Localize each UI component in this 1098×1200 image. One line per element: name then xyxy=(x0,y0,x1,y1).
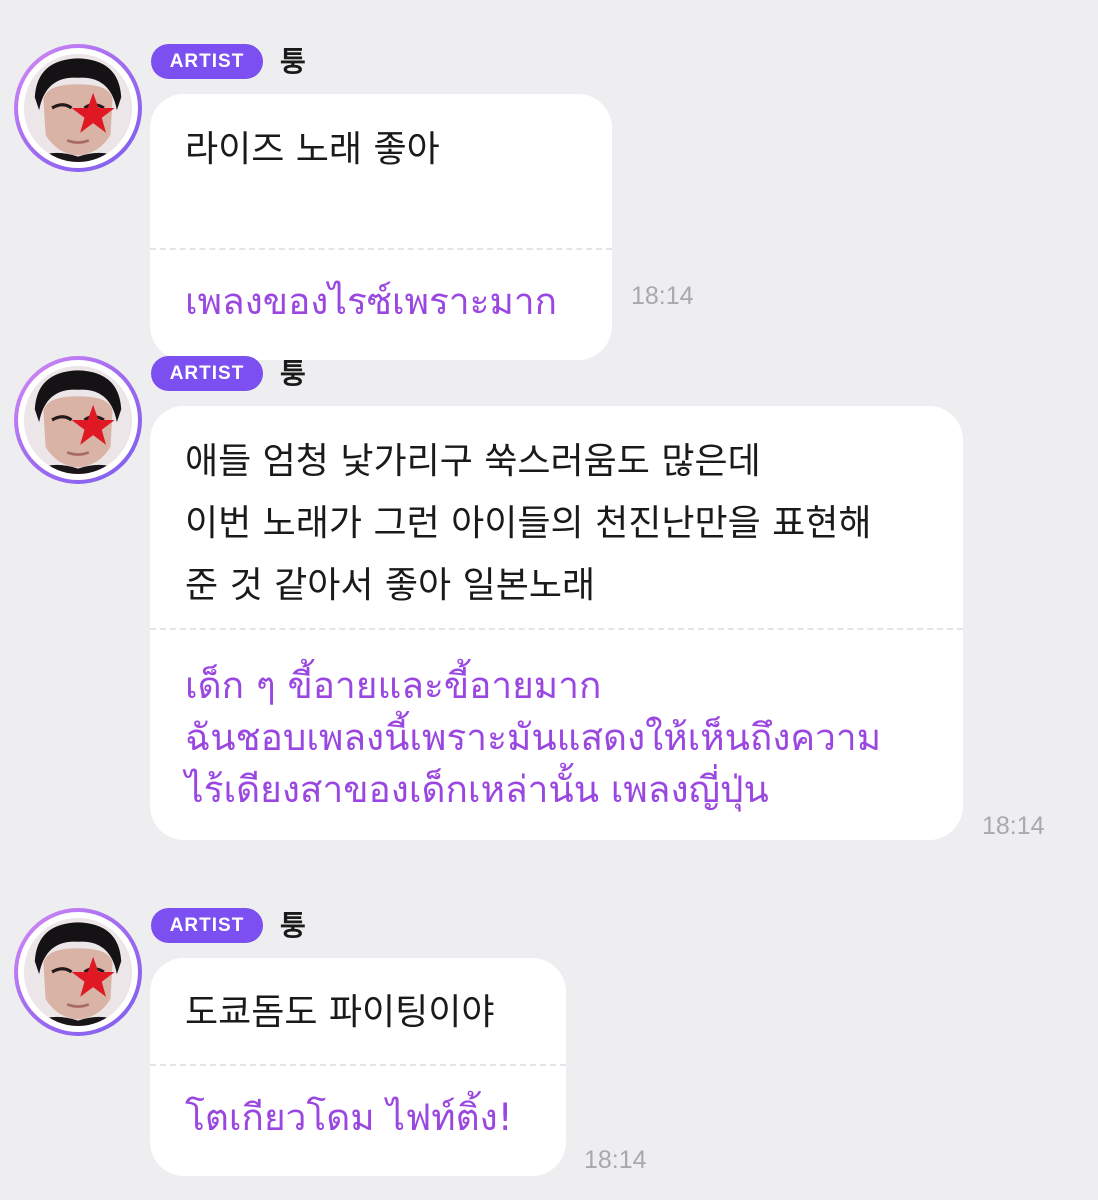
artist-badge: ARTIST xyxy=(151,356,263,391)
message-text: 애들 엄청 낯가리구 쑥스러움도 많은데 xyxy=(185,441,761,482)
avatar[interactable] xyxy=(14,44,142,172)
translation-divider xyxy=(150,248,612,250)
translation-text: เพลงของไรซ์เพราะมาก xyxy=(185,280,558,323)
timestamp: 18:14 xyxy=(982,812,1045,840)
translation-divider xyxy=(150,1064,566,1066)
message-text: 이번 노래가 그런 아이들의 천진난만을 표현해 xyxy=(185,503,872,544)
translation-divider xyxy=(150,628,963,630)
message-bubble[interactable]: 애들 엄청 낯가리구 쑥스러움도 많은데 이번 노래가 그런 아이들의 천진난만… xyxy=(150,406,963,840)
translation-text: โตเกียวโดม ไฟท์ติ้ง! xyxy=(185,1096,513,1139)
message-text: 준 것 같아서 좋아 일본노래 xyxy=(185,565,596,606)
sender-name: 퉁 xyxy=(280,909,306,942)
timestamp: 18:14 xyxy=(631,282,694,310)
avatar[interactable] xyxy=(14,356,142,484)
artist-profile-photo-icon xyxy=(24,54,132,162)
message-text: 도쿄돔도 파이팅이야 xyxy=(185,992,495,1033)
translation-text: ไร้เดียงสาของเด็กเหล่านั้น เพลงญี่ปุ่น xyxy=(185,768,769,811)
message-bubble[interactable]: 라이즈 노래 좋아 เพลงของไรซ์เพราะมาก xyxy=(150,94,612,360)
artist-profile-photo-icon xyxy=(24,366,132,474)
artist-badge: ARTIST xyxy=(151,44,263,79)
sender-name: 퉁 xyxy=(280,45,306,78)
message-text: 라이즈 노래 좋아 xyxy=(185,129,440,170)
translation-text: ฉันชอบเพลงนี้เพราะมันแสดงให้เห็นถึงความ xyxy=(185,716,882,759)
avatar[interactable] xyxy=(14,908,142,1036)
translation-text: เด็ก ๆ ขี้อายและขี้อายมาก xyxy=(185,664,602,707)
message-bubble[interactable]: 도쿄돔도 파이팅이야 โตเกียวโดม ไฟท์ติ้ง! xyxy=(150,958,566,1176)
timestamp: 18:14 xyxy=(584,1146,647,1174)
artist-badge: ARTIST xyxy=(151,908,263,943)
sender-name: 퉁 xyxy=(280,357,306,390)
artist-profile-photo-icon xyxy=(24,918,132,1026)
